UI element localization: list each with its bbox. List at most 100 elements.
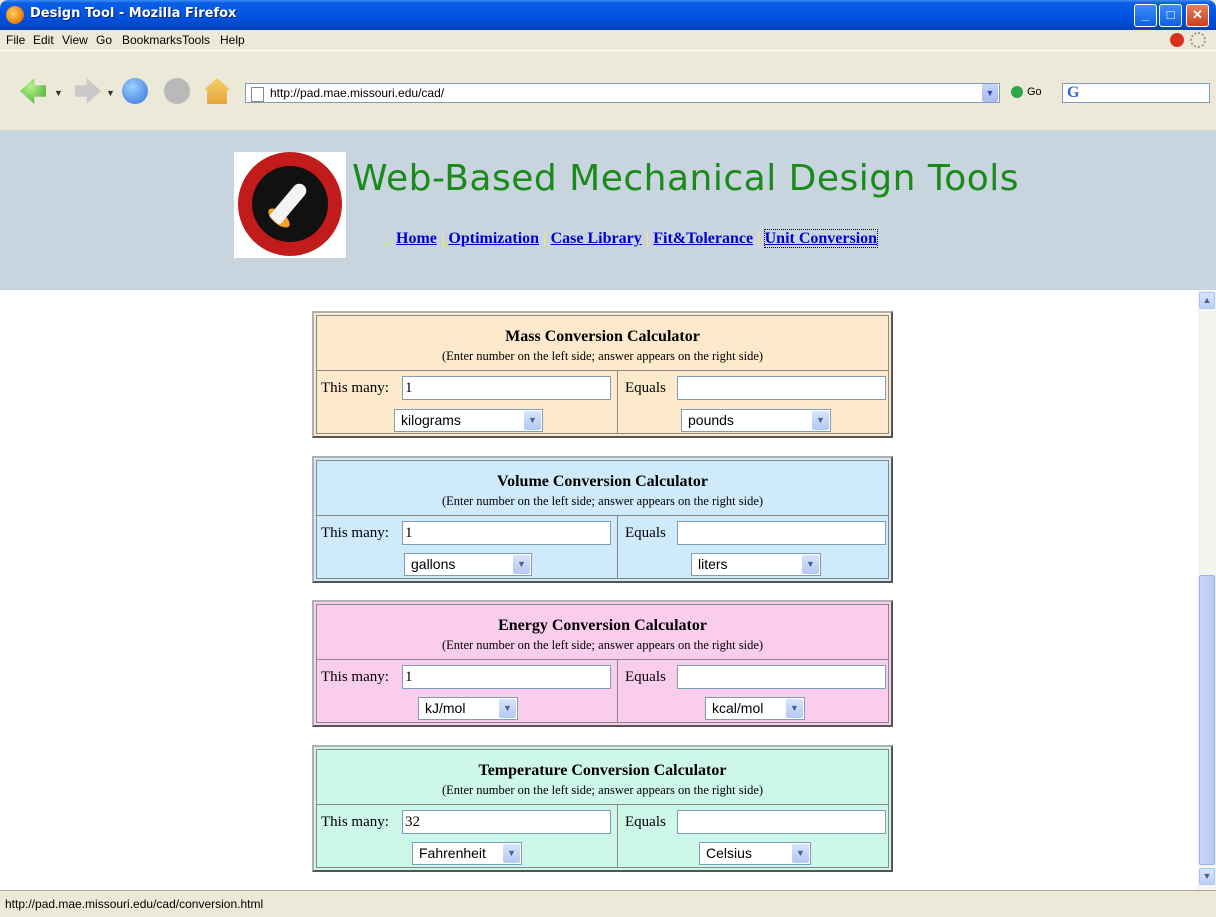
forward-dropdown-icon[interactable]: ▼ bbox=[106, 88, 115, 98]
chevron-down-icon[interactable]: ▼ bbox=[812, 411, 829, 430]
site-nav: Home | Optimization | Case Library | Fit&Toler… bbox=[396, 229, 879, 248]
mass-calculator: Mass Conversion Calculator (Enter number… bbox=[312, 311, 893, 438]
calculator-subtitle: (Enter number on the left side; answer a… bbox=[441, 638, 764, 652]
calculator-title: Temperature Conversion Calculator bbox=[478, 762, 727, 779]
back-arrow-icon[interactable] bbox=[20, 78, 46, 104]
calculator-title: Volume Conversion Calculator bbox=[497, 473, 708, 490]
status-bar: http://pad.mae.missouri.edu/cad/conversi… bbox=[0, 890, 1216, 917]
chevron-down-icon[interactable]: ▼ bbox=[792, 844, 809, 863]
energy-calculator: Energy Conversion Calculator (Enter numb… bbox=[312, 600, 893, 727]
status-text: http://pad.mae.missouri.edu/cad/conversi… bbox=[5, 897, 264, 911]
close-button[interactable]: ✕ bbox=[1186, 4, 1209, 27]
menu-bookmarks[interactable]: Bookmarks bbox=[122, 33, 182, 47]
equals-label: Equals bbox=[625, 669, 666, 685]
volume-calculator: Volume Conversion Calculator (Enter numb… bbox=[312, 456, 893, 583]
equals-label: Equals bbox=[625, 814, 666, 830]
menu-go[interactable]: Go bbox=[96, 33, 112, 47]
minimize-button[interactable]: _ bbox=[1134, 4, 1157, 27]
temperature-calculator: Temperature Conversion Calculator (Enter… bbox=[312, 745, 893, 872]
result-value-field[interactable] bbox=[677, 665, 886, 689]
page-title: Web-Based Mechanical Design Tools bbox=[352, 158, 1020, 199]
forward-arrow-icon[interactable] bbox=[75, 78, 101, 104]
from-unit-select[interactable]: kilograms ▼ bbox=[394, 409, 543, 432]
chevron-down-icon[interactable]: ▼ bbox=[499, 699, 516, 718]
maximize-button[interactable]: □ bbox=[1159, 4, 1182, 27]
this-many-label: This many: bbox=[321, 380, 389, 396]
input-value-field[interactable]: 1 bbox=[402, 376, 611, 400]
from-unit-select[interactable]: Fahrenheit ▼ bbox=[412, 842, 522, 865]
menu-edit[interactable]: Edit bbox=[33, 33, 54, 47]
to-unit-value: Celsius bbox=[706, 845, 752, 861]
calculator-subtitle: (Enter number on the left side; answer a… bbox=[441, 783, 764, 797]
to-unit-value: pounds bbox=[688, 412, 734, 428]
nav-home[interactable]: Home bbox=[396, 230, 437, 247]
search-engine-icon[interactable]: G bbox=[1067, 84, 1079, 102]
window-title-bar[interactable]: Design Tool - Mozilla Firefox _ □ ✕ bbox=[0, 0, 1216, 30]
menu-file[interactable]: File bbox=[6, 33, 25, 47]
to-unit-select[interactable]: liters ▼ bbox=[691, 553, 821, 576]
go-button[interactable]: Go bbox=[1011, 86, 1042, 99]
scroll-up-icon[interactable]: ▲ bbox=[1199, 292, 1215, 309]
calculator-header: Volume Conversion Calculator (Enter numb… bbox=[317, 461, 888, 516]
from-unit-value: kJ/mol bbox=[425, 700, 466, 716]
input-value-field[interactable]: 1 bbox=[402, 665, 611, 689]
address-dropdown-icon[interactable]: ▼ bbox=[982, 84, 998, 102]
menu-help[interactable]: Help bbox=[220, 33, 245, 47]
result-value-field[interactable] bbox=[677, 810, 886, 834]
calculator-header: Temperature Conversion Calculator (Enter… bbox=[317, 750, 888, 805]
to-unit-select[interactable]: kcal/mol ▼ bbox=[705, 697, 805, 720]
menu-view[interactable]: View bbox=[62, 33, 88, 47]
nav-fit-tolerance[interactable]: Fit&Tolerance bbox=[653, 230, 753, 247]
vertical-scrollbar[interactable]: ▲ ▼ bbox=[1198, 290, 1216, 890]
from-unit-value: Fahrenheit bbox=[419, 845, 486, 861]
to-unit-value: liters bbox=[698, 556, 728, 572]
calculator-title: Energy Conversion Calculator bbox=[498, 617, 707, 634]
to-unit-value: kcal/mol bbox=[712, 700, 764, 716]
result-value-field[interactable] bbox=[677, 521, 886, 545]
chevron-down-icon[interactable]: ▼ bbox=[513, 555, 530, 574]
chevron-down-icon[interactable]: ▼ bbox=[524, 411, 541, 430]
menu-bar: File Edit View Go Bookmarks Tools Help bbox=[0, 30, 1216, 50]
nav-optimization[interactable]: Optimization bbox=[448, 230, 539, 247]
from-unit-select[interactable]: gallons ▼ bbox=[404, 553, 532, 576]
nav-unit-conversion[interactable]: Unit Conversion bbox=[763, 229, 879, 248]
chevron-down-icon[interactable]: ▼ bbox=[503, 844, 520, 863]
calculator-subtitle: (Enter number on the left side; answer a… bbox=[441, 494, 764, 508]
go-label: Go bbox=[1027, 86, 1042, 98]
window-title: Design Tool - Mozilla Firefox bbox=[30, 6, 237, 21]
status-indicator-icon bbox=[1170, 33, 1184, 47]
menu-tools[interactable]: Tools bbox=[182, 33, 210, 47]
firefox-icon bbox=[6, 6, 24, 24]
chevron-down-icon[interactable]: ▼ bbox=[802, 555, 819, 574]
result-value-field[interactable] bbox=[677, 376, 886, 400]
page-icon bbox=[251, 87, 264, 102]
this-many-label: This many: bbox=[321, 525, 389, 541]
nav-case-library[interactable]: Case Library bbox=[551, 230, 642, 247]
from-unit-value: gallons bbox=[411, 556, 456, 572]
starchaser-logo bbox=[234, 152, 346, 258]
address-bar[interactable]: http://pad.mae.missouri.edu/cad/ bbox=[245, 83, 1000, 103]
from-unit-select[interactable]: kJ/mol ▼ bbox=[418, 697, 518, 720]
stop-icon[interactable] bbox=[164, 78, 190, 104]
this-many-label: This many: bbox=[321, 669, 389, 685]
address-text: http://pad.mae.missouri.edu/cad/ bbox=[270, 86, 445, 100]
throbber-icon bbox=[1190, 32, 1206, 48]
from-unit-value: kilograms bbox=[401, 412, 461, 428]
input-value-field[interactable]: 1 bbox=[402, 521, 611, 545]
home-icon[interactable] bbox=[204, 78, 230, 104]
chevron-down-icon[interactable]: ▼ bbox=[786, 699, 803, 718]
search-input[interactable]: G bbox=[1062, 83, 1210, 103]
calculator-header: Energy Conversion Calculator (Enter numb… bbox=[317, 605, 888, 660]
to-unit-select[interactable]: pounds ▼ bbox=[681, 409, 831, 432]
calculator-subtitle: (Enter number on the left side; answer a… bbox=[441, 349, 764, 363]
reload-icon[interactable] bbox=[122, 78, 148, 104]
input-value-field[interactable]: 32 bbox=[402, 810, 611, 834]
equals-label: Equals bbox=[625, 380, 666, 396]
calculator-title: Mass Conversion Calculator bbox=[505, 328, 700, 345]
back-dropdown-icon[interactable]: ▼ bbox=[54, 88, 63, 98]
to-unit-select[interactable]: Celsius ▼ bbox=[699, 842, 811, 865]
navigation-toolbar: ▼ ▼ http://pad.mae.missouri.edu/cad/ ▼ G… bbox=[0, 50, 1216, 131]
page-header: Web-Based Mechanical Design Tools Home | O… bbox=[0, 130, 1216, 290]
scrollbar-thumb[interactable] bbox=[1199, 575, 1215, 865]
scroll-down-icon[interactable]: ▼ bbox=[1199, 868, 1215, 885]
